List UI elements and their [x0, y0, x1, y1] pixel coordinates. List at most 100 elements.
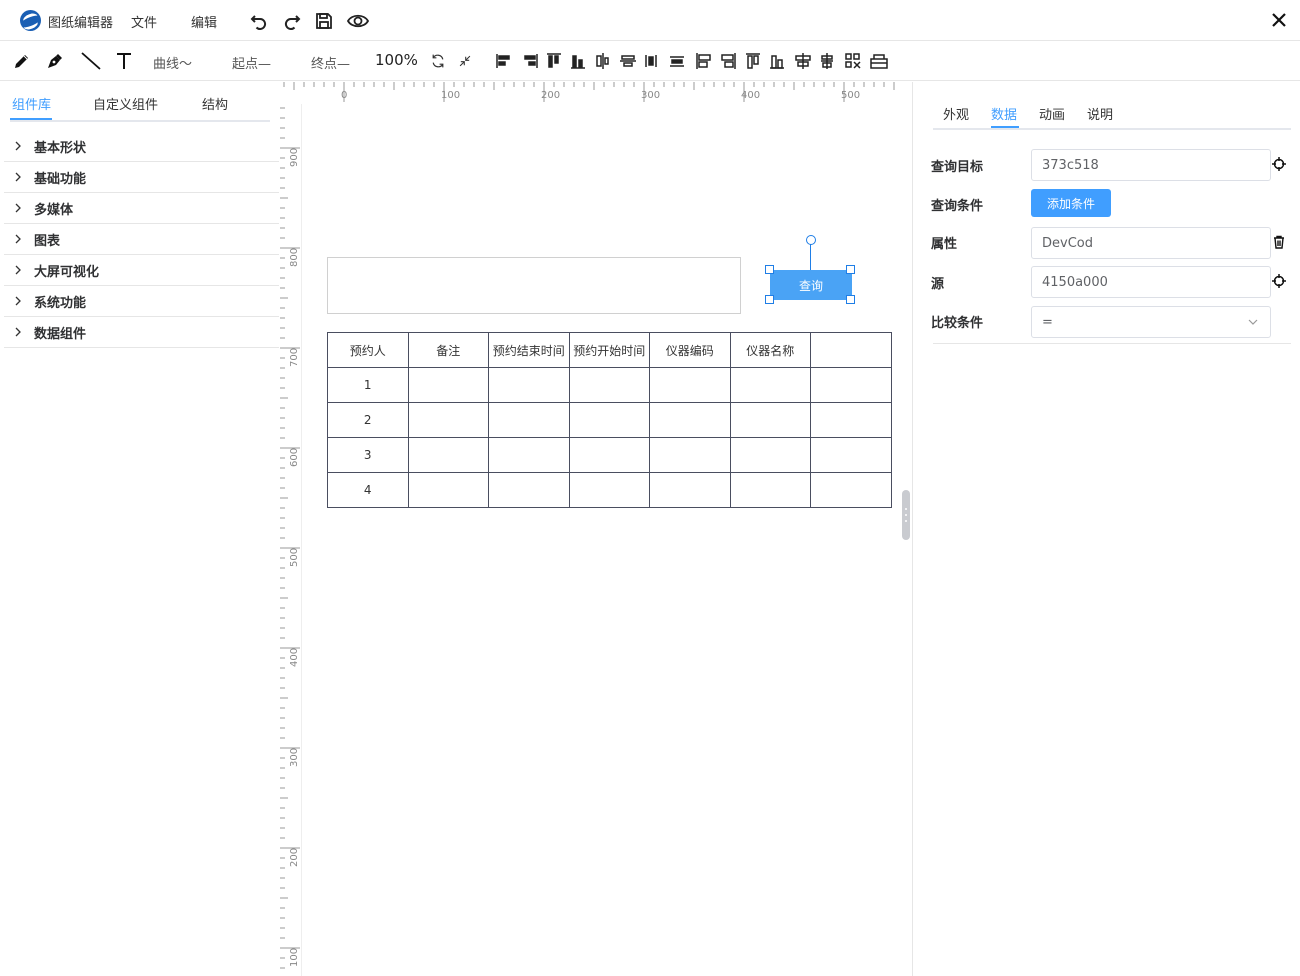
- column-header: 仪器编码: [649, 332, 731, 368]
- ruler-label: 500: [841, 90, 861, 101]
- attribute-input[interactable]: DevCod: [1031, 227, 1271, 259]
- ruler-label: 800: [289, 247, 300, 267]
- query-target-label: 查询目标: [931, 160, 984, 175]
- ruler-label: 100: [289, 947, 300, 967]
- menu-edit[interactable]: 编辑: [191, 12, 217, 31]
- category-data-components[interactable]: 数据组件: [4, 317, 279, 348]
- chevron-right-icon: [14, 327, 24, 337]
- compare-select[interactable]: =: [1031, 306, 1271, 338]
- reset-zoom-icon[interactable]: [428, 49, 448, 73]
- panel-resize-handle[interactable]: [902, 490, 910, 540]
- table-cell: [649, 437, 731, 473]
- tab-animation[interactable]: 动画: [1039, 104, 1065, 123]
- resize-handle-bl[interactable]: [765, 295, 774, 304]
- table-cell: 1: [327, 367, 409, 403]
- ruler-label: 300: [289, 747, 300, 767]
- properties-panel: 外观 数据 动画 说明 查询目标 373c518 查询条件 添加条件 属性 De…: [912, 82, 1300, 976]
- table-cell: [810, 367, 892, 403]
- table-cell: [729, 437, 811, 473]
- preview-eye-icon[interactable]: [345, 9, 371, 33]
- ruler-label: 700: [289, 347, 300, 367]
- table-cell: [649, 402, 731, 438]
- line-icon[interactable]: [78, 49, 104, 73]
- chevron-down-icon: [1248, 319, 1258, 325]
- attribute-label: 属性: [931, 237, 958, 252]
- category-label: 图表: [34, 233, 61, 249]
- source-input[interactable]: 4150a000: [1031, 266, 1271, 298]
- table-header-row: 预约人 备注 预约结束时间 预约开始时间 仪器编码 仪器名称: [327, 332, 892, 368]
- component-panel: 组件库 自定义组件 结构 基本形状 基础功能 多媒体 图表 大屏可视化 系统功能…: [0, 82, 280, 976]
- table-cell: [488, 367, 570, 403]
- table-cell: [568, 402, 650, 438]
- close-icon[interactable]: [1268, 9, 1290, 31]
- add-condition-button[interactable]: 添加条件: [1031, 189, 1111, 217]
- reservation-table[interactable]: 预约人 备注 预约结束时间 预约开始时间 仪器编码 仪器名称 1 2 3 4: [327, 332, 892, 508]
- resize-handle-tl[interactable]: [765, 265, 774, 274]
- curve-type-dropdown[interactable]: 曲线～: [153, 53, 192, 72]
- pen-icon[interactable]: [43, 49, 67, 73]
- undo-icon[interactable]: [247, 9, 271, 33]
- divider: [933, 343, 1291, 344]
- resize-handle-br[interactable]: [846, 295, 855, 304]
- end-arrow-dropdown[interactable]: 终点—: [311, 53, 350, 72]
- table-cell: [649, 472, 731, 508]
- ruler-label: 600: [289, 447, 300, 467]
- column-header: 预约开始时间: [568, 332, 650, 368]
- table-cell: [810, 402, 892, 438]
- table-cell: [729, 402, 811, 438]
- table-row: 2: [327, 402, 892, 438]
- category-label: 多媒体: [34, 202, 74, 218]
- chevron-right-icon: [14, 296, 24, 306]
- query-target-input[interactable]: 373c518: [1031, 149, 1271, 181]
- pencil-icon[interactable]: [10, 49, 34, 73]
- ruler-label: 100: [441, 90, 461, 101]
- crosshair-icon[interactable]: [1272, 157, 1286, 171]
- fit-screen-icon[interactable]: [456, 49, 474, 73]
- category-basic-functions[interactable]: 基础功能: [4, 162, 279, 193]
- menubar: 图纸编辑器 文件 编辑: [0, 0, 1300, 41]
- crosshair-icon[interactable]: [1272, 274, 1286, 288]
- ruler-label: 300: [641, 90, 661, 101]
- text-tool-icon[interactable]: [113, 49, 135, 73]
- align-toolbar-icons[interactable]: [494, 51, 894, 71]
- category-multimedia[interactable]: 多媒体: [4, 193, 279, 224]
- resize-handle-tr[interactable]: [846, 265, 855, 274]
- tab-structure[interactable]: 结构: [202, 94, 228, 113]
- menu-file[interactable]: 文件: [131, 12, 157, 31]
- category-big-screen[interactable]: 大屏可视化: [4, 255, 279, 286]
- category-label: 基础功能: [34, 171, 87, 187]
- category-basic-shapes[interactable]: 基本形状: [4, 131, 279, 162]
- save-icon[interactable]: [312, 9, 336, 33]
- trash-icon[interactable]: [1272, 235, 1286, 249]
- rotation-handle[interactable]: [806, 235, 816, 245]
- category-system-functions[interactable]: 系统功能: [4, 286, 279, 317]
- tab-description[interactable]: 说明: [1087, 104, 1113, 123]
- table-cell: [488, 472, 570, 508]
- start-arrow-dropdown[interactable]: 起点—: [232, 53, 271, 72]
- tab-appearance[interactable]: 外观: [943, 104, 969, 123]
- table-row: 1: [327, 367, 892, 403]
- category-label: 系统功能: [34, 295, 87, 311]
- chevron-right-icon: [14, 234, 24, 244]
- canvas-text-input[interactable]: [327, 257, 741, 314]
- table-cell: [407, 472, 489, 508]
- tab-custom-components[interactable]: 自定义组件: [93, 94, 158, 113]
- drawing-canvas[interactable]: 查询 预约人 备注 预约结束时间 预约开始时间 仪器编码 仪器名称 1 2 3 …: [302, 104, 900, 976]
- category-charts[interactable]: 图表: [4, 224, 279, 255]
- tab-data[interactable]: 数据: [991, 104, 1017, 123]
- app-title: 图纸编辑器: [48, 16, 114, 31]
- table-cell: [407, 367, 489, 403]
- compare-select-value: =: [1042, 314, 1053, 330]
- ruler-vertical: 900 800 700 600 500 400 300 200 100: [280, 104, 302, 976]
- zoom-level[interactable]: 100%: [375, 51, 418, 69]
- query-button[interactable]: 查询: [770, 270, 852, 300]
- tab-component-library[interactable]: 组件库: [12, 94, 51, 113]
- table-row: 4: [327, 472, 892, 508]
- chevron-right-icon: [14, 172, 24, 182]
- table-cell: [568, 437, 650, 473]
- column-header: 备注: [407, 332, 489, 368]
- table-cell: 4: [327, 472, 409, 508]
- ruler-horizontal: 0 100 200 300 400 500: [282, 82, 898, 104]
- column-header: 预约人: [327, 332, 409, 368]
- redo-icon[interactable]: [280, 9, 304, 33]
